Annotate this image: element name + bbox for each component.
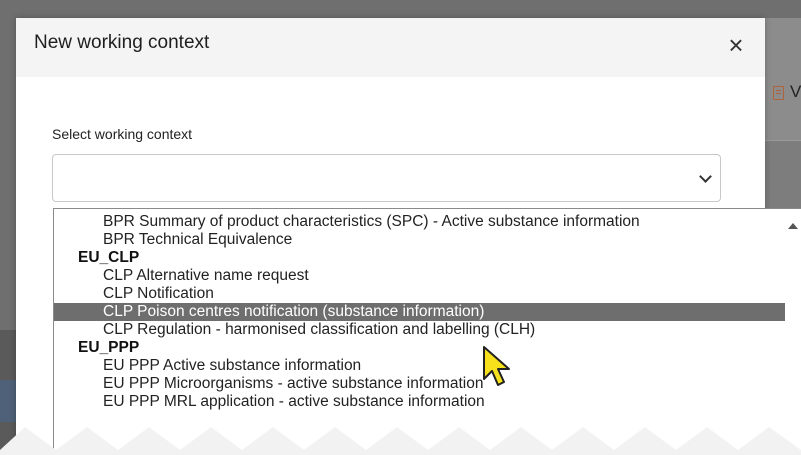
dropdown-option[interactable]: EU PPP Active substance information [54,357,785,375]
dropdown-option[interactable]: CLP Notification [54,285,785,303]
dropdown-group-header: EU_CLP [78,249,140,266]
torn-edge-decoration [0,427,801,455]
working-context-select[interactable] [52,154,721,202]
dropdown-option[interactable]: CLP Regulation - harmonised classificati… [54,321,785,339]
dropdown-option[interactable]: CLP Alternative name request [54,267,785,285]
working-context-dropdown-list[interactable]: BPR Summary of product characteristics (… [53,208,801,455]
mouse-pointer-icon [483,346,510,386]
background-partial-text: V [790,82,801,101]
dropdown-group-header: EU_PPP [78,339,140,356]
dropdown-option[interactable]: EU PPP MRL application - active substanc… [54,393,785,411]
document-icon [773,86,784,100]
scroll-up-arrow-icon[interactable] [788,223,798,229]
chevron-down-icon [699,170,712,183]
dropdown-option[interactable]: CLP Poison centres notification (substan… [54,303,785,321]
dropdown-option[interactable]: EU PPP Microorganisms - active substance… [54,375,785,393]
dropdown-option[interactable]: BPR Technical Equivalence [54,231,785,249]
dialog-title: New working context [34,32,210,53]
dialog-header: New working context × [16,18,765,77]
working-context-label: Select working context [52,126,193,142]
dropdown-option[interactable]: BPR Summary of product characteristics (… [54,213,785,231]
close-icon[interactable]: × [722,31,750,59]
